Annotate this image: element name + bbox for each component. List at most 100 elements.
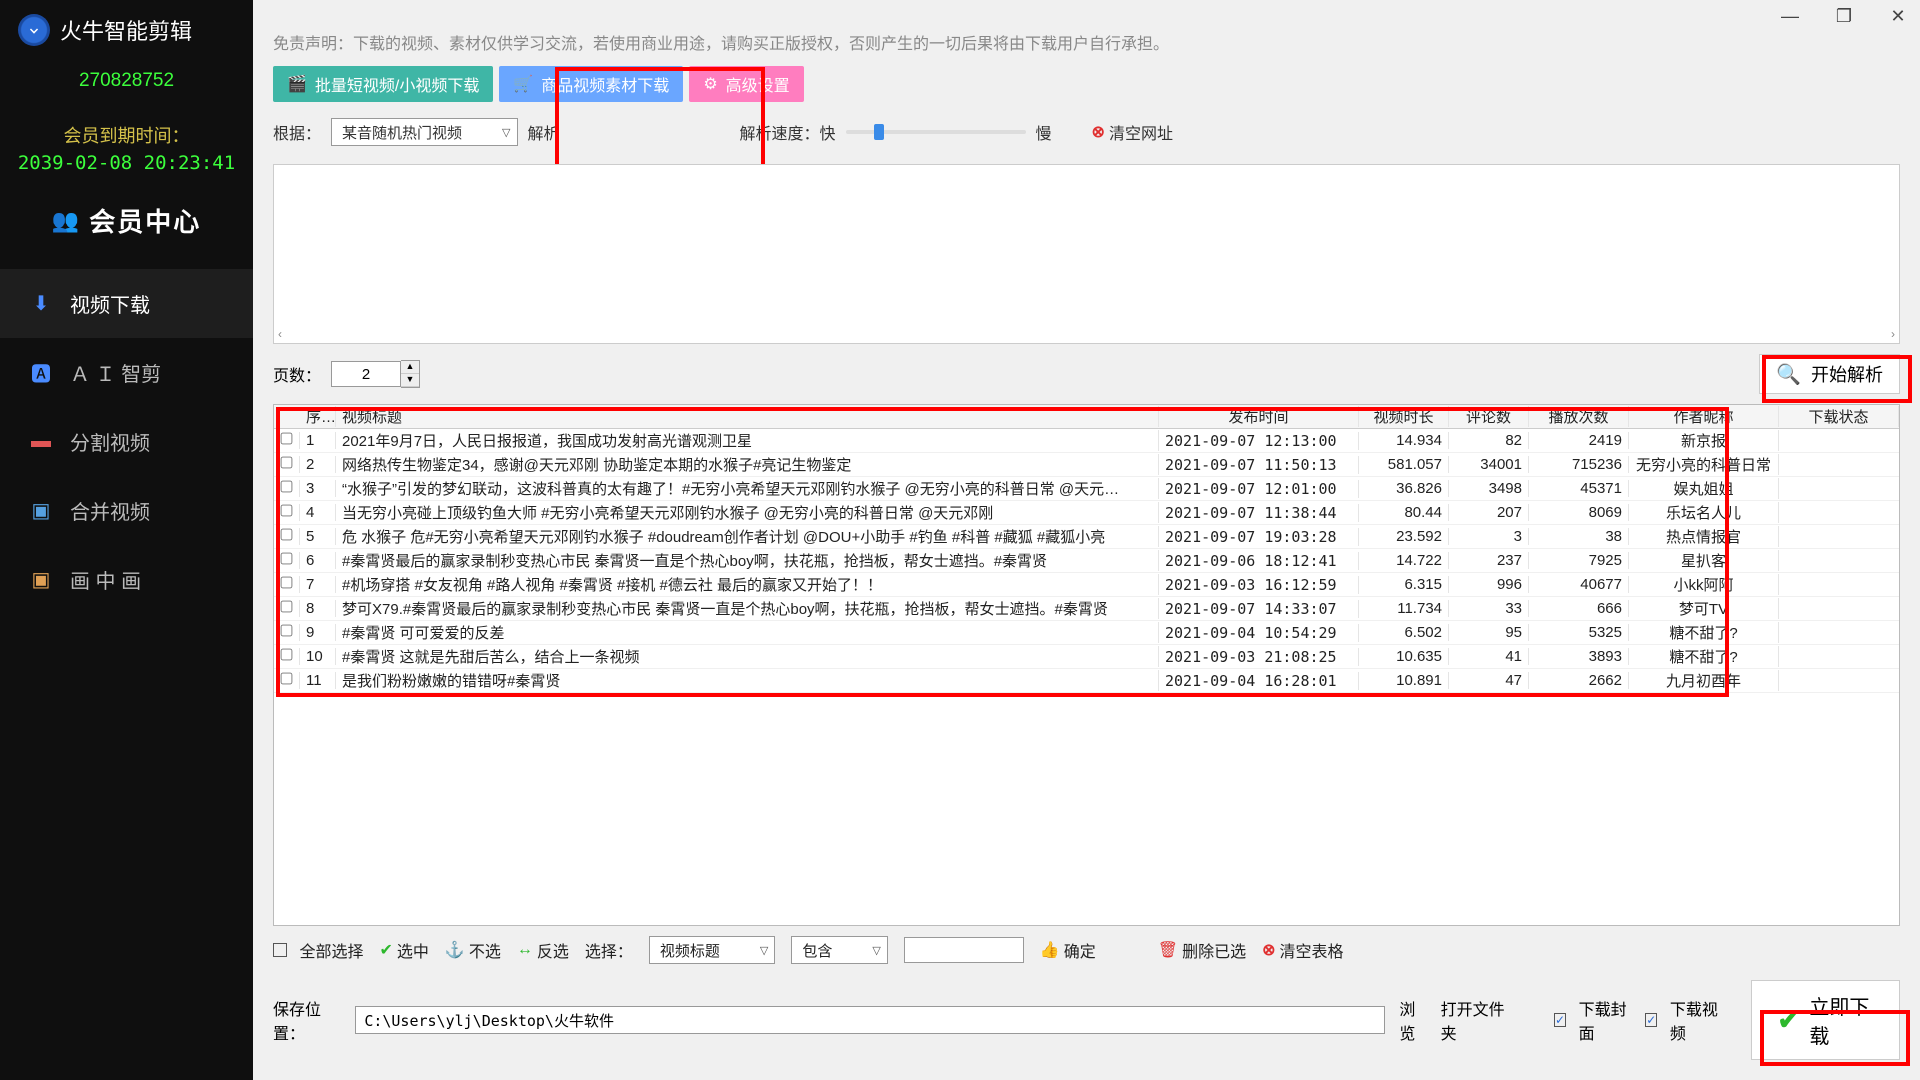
cell-index: 9	[300, 624, 336, 641]
clear-table-button[interactable]: ⊗清空表格	[1262, 938, 1343, 962]
cell-date: 2021-09-03 16:12:59	[1159, 576, 1359, 594]
split-icon: ▬	[28, 430, 54, 453]
delete-selected-button[interactable]: 🗑删除已选	[1158, 938, 1246, 962]
sidebar-item-pip[interactable]: ▣画 中 画	[0, 545, 253, 614]
uncheck-button[interactable]: ⚓不选	[445, 938, 501, 962]
table-row[interactable]: 2 网络热传生物鉴定34，感谢@天元邓刚 协助鉴定本期的水猴子#亮记生物鉴定 2…	[274, 453, 1899, 477]
cell-comments: 237	[1449, 552, 1529, 569]
row-checkbox[interactable]	[281, 481, 293, 493]
cell-title: #秦霄贤最后的赢家录制秒变热心市民 秦霄贤一直是个热心boy啊，扶花瓶，抢挡板，…	[336, 550, 1159, 571]
row-checkbox[interactable]	[281, 673, 293, 685]
scroll-left-icon[interactable]: ‹	[278, 327, 282, 341]
clear-url-button[interactable]: ⊗清空网址	[1092, 120, 1173, 144]
cell-plays: 45371	[1529, 480, 1629, 497]
sidebar-item-merge[interactable]: ▣合并视频	[0, 476, 253, 545]
tab-product-material[interactable]: 🛒商品视频素材下载	[499, 66, 683, 102]
speed-slider[interactable]	[846, 130, 1026, 134]
download-now-button[interactable]: ✔ 立即下载	[1751, 980, 1900, 1060]
table-row[interactable]: 8 梦可X79.#秦霄贤最后的赢家录制秒变热心市民 秦霄贤一直是个热心boy啊，…	[274, 597, 1899, 621]
cell-duration: 23.592	[1359, 528, 1449, 545]
tab-batch-download[interactable]: 🎬批量短视频/小视频下载	[273, 66, 493, 102]
col-index[interactable]: 序号	[300, 406, 336, 427]
spin-up[interactable]: ▲	[401, 361, 419, 374]
sidebar-item-label: 视频下载	[70, 289, 150, 318]
selection-bar: 全部选择 ✔选中 ⚓不选 ↔反选 选择： 视频标题▽ 包含▽ 👍确定 🗑删除已选…	[253, 926, 1920, 970]
cell-duration: 6.315	[1359, 576, 1449, 593]
row-checkbox[interactable]	[281, 649, 293, 661]
row-checkbox[interactable]	[281, 529, 293, 541]
label: 确定	[1064, 938, 1096, 962]
cell-duration: 10.891	[1359, 672, 1449, 689]
filter-field-dropdown[interactable]: 视频标题▽	[649, 936, 775, 964]
pages-input[interactable]	[331, 361, 401, 387]
table-row[interactable]: 1 2021年9月7日，人民日报报道，我国成功发射高光谱观测卫星 2021-09…	[274, 429, 1899, 453]
col-author[interactable]: 作者昵称	[1629, 406, 1779, 427]
chevron-down-icon: ▽	[872, 944, 880, 957]
row-checkbox[interactable]	[281, 553, 293, 565]
col-plays[interactable]: 播放次数	[1529, 406, 1629, 427]
check-selected-button[interactable]: ✔选中	[379, 938, 428, 962]
cell-date: 2021-09-06 18:12:41	[1159, 552, 1359, 570]
table-row[interactable]: 3 “水猴子”引发的梦幻联动，这波科普真的太有趣了！#无穷小亮希望天元邓刚钓水猴…	[274, 477, 1899, 501]
slider-thumb-icon[interactable]	[874, 124, 884, 140]
table-row[interactable]: 11 是我们粉粉嫩嫩的错错呀#秦霄贤 2021-09-04 16:28:01 1…	[274, 669, 1899, 693]
url-textarea[interactable]: ‹ ›	[273, 164, 1900, 344]
table-row[interactable]: 6 #秦霄贤最后的赢家录制秒变热心市民 秦霄贤一直是个热心boy啊，扶花瓶，抢挡…	[274, 549, 1899, 573]
close-button[interactable]: ✕	[1888, 6, 1908, 27]
tab-label: 商品视频素材下载	[541, 72, 669, 96]
select-all-checkbox[interactable]: 全部选择	[273, 938, 363, 962]
filter-text-input[interactable]	[904, 937, 1024, 963]
parse-link[interactable]: 解析	[528, 120, 560, 144]
table-row[interactable]: 10 #秦霄贤 这就是先甜后苦么，结合上一条视频 2021-09-03 21:0…	[274, 645, 1899, 669]
merge-icon: ▣	[28, 498, 54, 523]
cell-title: 当无穷小亮碰上顶级钓鱼大师 #无穷小亮希望天元邓刚钓水猴子 @无穷小亮的科普日常…	[336, 502, 1159, 523]
tab-advanced[interactable]: ⚙高级设置	[689, 66, 803, 102]
spin-down[interactable]: ▼	[401, 374, 419, 387]
row-checkbox[interactable]	[281, 577, 293, 589]
sidebar-item-ai-edit[interactable]: 🅰Ａ Ｉ 智剪	[0, 338, 253, 407]
cell-date: 2021-09-07 11:38:44	[1159, 504, 1359, 522]
dropdown-value: 包含	[802, 940, 832, 961]
row-checkbox[interactable]	[281, 505, 293, 517]
basis-dropdown[interactable]: 某音随机热门视频▽	[331, 118, 517, 146]
col-date[interactable]: 发布时间	[1159, 406, 1359, 427]
download-video-checkbox[interactable]: 下载视频	[1645, 996, 1722, 1044]
maximize-button[interactable]: ❐	[1834, 6, 1854, 27]
table-row[interactable]: 5 危 水猴子 危#无穷小亮希望天元邓刚钓水猴子 #doudream创作者计划 …	[274, 525, 1899, 549]
col-title[interactable]: 视频标题	[336, 406, 1159, 427]
cell-title: 梦可X79.#秦霄贤最后的赢家录制秒变热心市民 秦霄贤一直是个热心boy啊，扶花…	[336, 598, 1159, 619]
download-cover-checkbox[interactable]: 下载封面	[1554, 996, 1631, 1044]
save-path-input[interactable]	[355, 1006, 1385, 1034]
row-checkbox[interactable]	[281, 625, 293, 637]
col-duration[interactable]: 视频时长	[1359, 406, 1449, 427]
row-checkbox[interactable]	[281, 457, 293, 469]
start-parse-button[interactable]: 🔍 开始解析	[1759, 354, 1900, 394]
sidebar-item-download[interactable]: ⬇视频下载	[0, 269, 253, 338]
cell-title: #机场穿搭 #女友视角 #路人视角 #秦霄贤 #接机 #德云社 最后的赢家又开始…	[336, 574, 1159, 595]
minimize-button[interactable]: —	[1780, 6, 1800, 27]
col-comments[interactable]: 评论数	[1449, 406, 1529, 427]
app-logo-icon	[18, 14, 50, 46]
filter-op-dropdown[interactable]: 包含 ▽	[791, 936, 887, 964]
speed-slow-label: 慢	[1036, 120, 1052, 144]
tab-label: 批量短视频/小视频下载	[315, 72, 479, 96]
open-folder-button[interactable]: 打开文件夹	[1441, 996, 1509, 1044]
browse-button[interactable]: 浏览	[1399, 996, 1426, 1044]
confirm-filter-button[interactable]: 👍确定	[1040, 938, 1096, 962]
row-checkbox[interactable]	[281, 601, 293, 613]
save-label: 保存位置：	[273, 996, 341, 1044]
col-status[interactable]: 下载状态	[1779, 406, 1899, 427]
cell-index: 8	[300, 600, 336, 617]
button-label: 立即下载	[1809, 991, 1873, 1049]
invert-button[interactable]: ↔反选	[517, 938, 569, 962]
pip-icon: ▣	[28, 567, 54, 592]
basis-label: 根据：	[273, 120, 321, 144]
table-row[interactable]: 9 #秦霄贤 可可爱爱的反差 2021-09-04 10:54:29 6.502…	[274, 621, 1899, 645]
scroll-right-icon[interactable]: ›	[1891, 327, 1895, 341]
table-row[interactable]: 7 #机场穿搭 #女友视角 #路人视角 #秦霄贤 #接机 #德云社 最后的赢家又…	[274, 573, 1899, 597]
cell-date: 2021-09-07 14:33:07	[1159, 600, 1359, 618]
member-center-button[interactable]: 👥 会员中心	[0, 202, 253, 239]
sidebar-item-split[interactable]: ▬分割视频	[0, 407, 253, 476]
row-checkbox[interactable]	[281, 433, 293, 445]
table-row[interactable]: 4 当无穷小亮碰上顶级钓鱼大师 #无穷小亮希望天元邓刚钓水猴子 @无穷小亮的科普…	[274, 501, 1899, 525]
